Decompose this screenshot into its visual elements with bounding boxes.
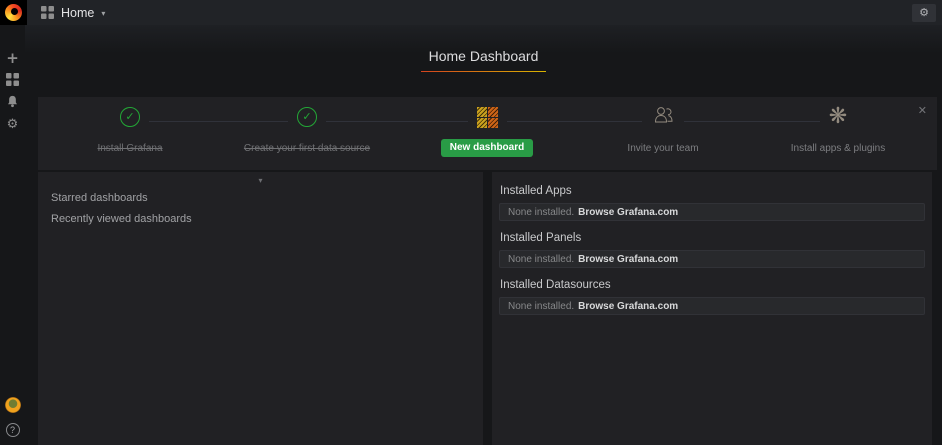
plus-icon: + — [6, 49, 19, 67]
help-button[interactable]: ? — [6, 423, 20, 437]
dashboard-picker[interactable]: Home ▾ — [41, 6, 105, 20]
installed-panels-row: None installed. Browse Grafana.com — [499, 250, 925, 268]
dashboard-settings-button[interactable]: ⚙ — [912, 4, 936, 22]
user-avatar[interactable] — [5, 397, 21, 413]
plugins-burst-icon: ❋ — [829, 104, 847, 129]
installed-datasources-heading: Installed Datasources — [500, 279, 924, 291]
browse-grafana-link[interactable]: Browse Grafana.com — [578, 254, 678, 265]
check-circle-icon: ✓ — [120, 107, 140, 127]
installed-datasources-row: None installed. Browse Grafana.com — [499, 297, 925, 315]
empty-text: None installed. — [508, 301, 574, 312]
grafana-logo[interactable] — [0, 0, 27, 25]
plugin-list-panel: Installed Apps None installed. Browse Gr… — [492, 172, 932, 445]
installed-apps-heading: Installed Apps — [500, 185, 924, 197]
step-install-plugins[interactable]: ❋ Install apps & plugins — [753, 97, 923, 154]
panel-menu-caret-icon[interactable]: ▾ — [258, 176, 262, 185]
step-label: Create your first data source — [222, 143, 392, 154]
bell-icon — [6, 93, 19, 112]
gear-icon: ⚙ — [919, 6, 929, 19]
step-invite-team[interactable]: Invite your team — [578, 97, 748, 154]
top-navbar: Home ▾ ⚙ — [0, 0, 942, 25]
step-install-grafana[interactable]: ✓ Install Grafana — [45, 97, 215, 154]
step-create-data-source[interactable]: ✓ Create your first data source — [222, 97, 392, 154]
dashboards-panel: ▾ Starred dashboards Recently viewed das… — [38, 172, 483, 445]
alerting-button[interactable] — [0, 91, 25, 113]
browse-grafana-link[interactable]: Browse Grafana.com — [578, 301, 678, 312]
create-button[interactable]: + — [0, 47, 25, 69]
chevron-down-icon: ▾ — [101, 9, 105, 18]
dashboard-squares-icon — [477, 107, 498, 128]
getting-started-panel: ✓ Install Grafana ✓ Create your first da… — [38, 97, 937, 170]
step-label: Install Grafana — [45, 143, 215, 154]
installed-panels-heading: Installed Panels — [500, 232, 924, 244]
configuration-button[interactable]: ⚙ — [0, 113, 25, 135]
step-label: Invite your team — [578, 143, 748, 154]
empty-text: None installed. — [508, 207, 574, 218]
step-label: Install apps & plugins — [753, 143, 923, 154]
recently-viewed-dashboards-item[interactable]: Recently viewed dashboards — [43, 209, 478, 230]
grafana-logo-icon — [5, 4, 22, 21]
page-title: Home Dashboard — [421, 44, 547, 72]
new-dashboard-button[interactable]: New dashboard — [441, 139, 533, 157]
team-icon — [651, 112, 675, 129]
browse-grafana-link[interactable]: Browse Grafana.com — [578, 207, 678, 218]
dashboards-grid-icon — [41, 6, 54, 19]
gear-icon: ⚙ — [7, 117, 19, 132]
side-menu: + ⚙ ? — [0, 25, 25, 445]
installed-apps-row: None installed. Browse Grafana.com — [499, 203, 925, 221]
step-new-dashboard[interactable]: New dashboard — [402, 97, 572, 157]
check-circle-icon: ✓ — [297, 107, 317, 127]
starred-dashboards-item[interactable]: Starred dashboards — [43, 188, 478, 209]
breadcrumb-home: Home — [61, 6, 94, 20]
close-icon[interactable]: ✕ — [918, 105, 927, 116]
dashboards-icon — [6, 71, 19, 90]
dashboards-button[interactable] — [0, 69, 25, 91]
question-icon: ? — [10, 425, 15, 435]
empty-text: None installed. — [508, 254, 574, 265]
